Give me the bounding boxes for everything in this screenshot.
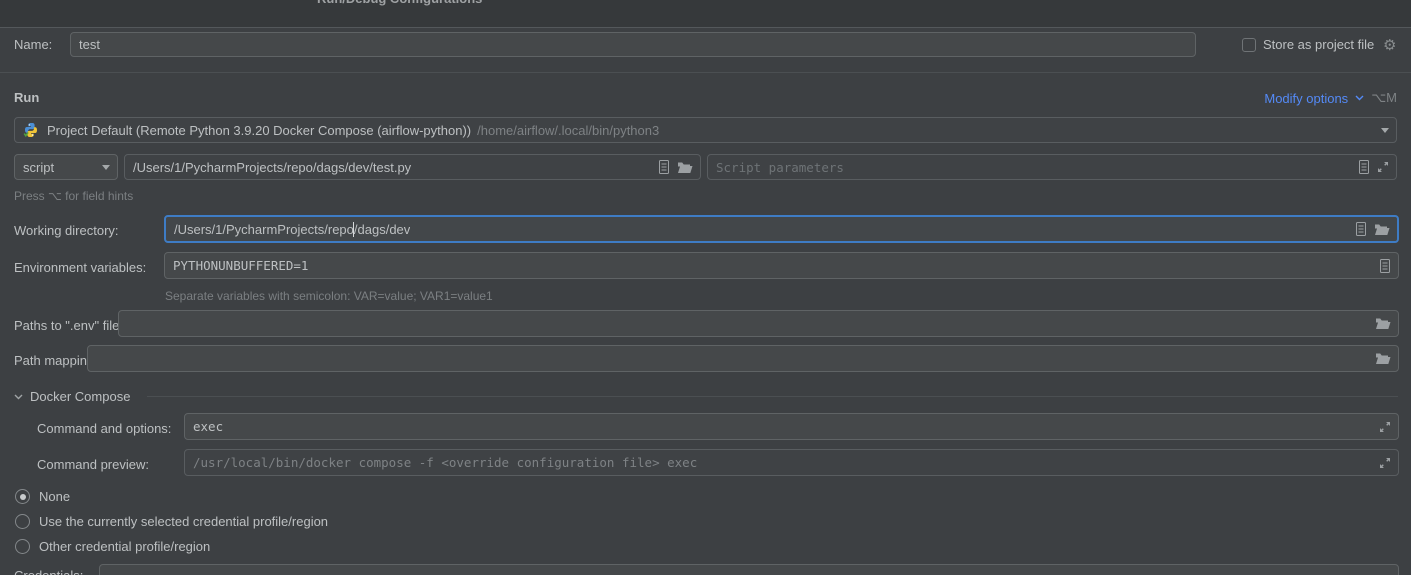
- dropdown-arrow-icon: [102, 165, 110, 170]
- radio-button-icon[interactable]: [15, 489, 30, 504]
- environment-variables-hint: Separate variables with semicolon: VAR=v…: [165, 289, 493, 303]
- script-parameters-input[interactable]: Script parameters: [707, 154, 1397, 180]
- environment-variables-label: Environment variables:: [14, 260, 146, 275]
- script-parameters-placeholder: Script parameters: [708, 160, 852, 175]
- expand-field-icon[interactable]: [1377, 161, 1389, 173]
- expand-field-icon[interactable]: [1379, 457, 1391, 469]
- script-mode-value: script: [15, 160, 62, 175]
- working-directory-label: Working directory:: [14, 223, 119, 238]
- credentials-input[interactable]: [99, 564, 1399, 575]
- docker-compose-header: Docker Compose: [30, 389, 130, 404]
- section-divider: [147, 396, 1398, 397]
- docker-compose-section-toggle[interactable]: Docker Compose: [14, 389, 130, 404]
- radio-other-credential-label: Other credential profile/region: [39, 539, 210, 554]
- interpreter-path: /home/airflow/.local/bin/python3: [471, 123, 667, 138]
- radio-none[interactable]: None: [15, 489, 70, 504]
- radio-button-icon[interactable]: [15, 539, 30, 554]
- modify-options-shortcut: ⌥M: [1371, 90, 1397, 106]
- command-options-label: Command and options:: [37, 421, 171, 436]
- browse-folder-icon[interactable]: [1375, 352, 1391, 365]
- browse-folder-icon[interactable]: [1374, 223, 1390, 236]
- environment-variables-input[interactable]: PYTHONUNBUFFERED=1: [164, 252, 1399, 279]
- path-mappings-input[interactable]: [87, 345, 1399, 372]
- interpreter-name: Project Default (Remote Python 3.9.20 Do…: [39, 123, 471, 138]
- browse-folder-icon[interactable]: [1375, 317, 1391, 330]
- radio-button-icon[interactable]: [15, 514, 30, 529]
- command-options-input[interactable]: exec: [184, 413, 1399, 440]
- python-icon: [23, 122, 39, 138]
- modify-options-label[interactable]: Modify options: [1264, 91, 1348, 106]
- chevron-down-icon: [14, 394, 23, 400]
- name-label: Name:: [14, 37, 52, 52]
- expand-field-icon[interactable]: [1379, 421, 1391, 433]
- radio-current-credential[interactable]: Use the currently selected credential pr…: [15, 514, 328, 529]
- name-input[interactable]: test: [70, 32, 1196, 57]
- insert-macros-icon[interactable]: [1355, 222, 1367, 236]
- credentials-label: Credentials:: [14, 568, 83, 575]
- radio-none-label: None: [39, 489, 70, 504]
- dialog-title: Run/Debug Configurations: [317, 0, 482, 6]
- field-hints-text: Press ⌥ for field hints: [14, 189, 133, 203]
- environment-variables-value: PYTHONUNBUFFERED=1: [165, 258, 316, 273]
- chevron-down-icon: [1355, 95, 1364, 101]
- divider: [0, 72, 1411, 73]
- command-preview-field: /usr/local/bin/docker compose -f <overri…: [184, 449, 1399, 476]
- script-path-input[interactable]: /Users/1/PycharmProjects/repo/dags/dev/t…: [124, 154, 701, 180]
- store-as-project-file-label: Store as project file: [1263, 37, 1374, 52]
- radio-other-credential[interactable]: Other credential profile/region: [15, 539, 210, 554]
- insert-macros-icon[interactable]: [1358, 160, 1370, 174]
- dialog-header-band: [0, 0, 1411, 28]
- radio-current-credential-label: Use the currently selected credential pr…: [39, 514, 328, 529]
- env-files-label: Paths to ".env" files:: [14, 318, 129, 333]
- store-as-project-file-checkbox[interactable]: [1242, 38, 1256, 52]
- gear-icon[interactable]: ⚙: [1383, 38, 1396, 52]
- working-directory-input[interactable]: /Users/1/PycharmProjects/repo/dags/dev: [164, 215, 1399, 243]
- command-preview-label: Command preview:: [37, 457, 149, 472]
- run-debug-configurations-dialog: Run/Debug Configurations Name: test Stor…: [0, 0, 1411, 575]
- env-files-input[interactable]: [118, 310, 1399, 337]
- working-directory-value: /Users/1/PycharmProjects/repo/dags/dev: [166, 222, 410, 237]
- script-path-value: /Users/1/PycharmProjects/repo/dags/dev/t…: [125, 160, 419, 175]
- browse-folder-icon[interactable]: [677, 161, 693, 174]
- run-section-header: Run: [14, 90, 39, 105]
- insert-macros-icon[interactable]: [658, 160, 670, 174]
- name-value: test: [71, 37, 108, 52]
- command-preview-value: /usr/local/bin/docker compose -f <overri…: [185, 455, 705, 470]
- modify-options[interactable]: Modify options ⌥M: [1264, 90, 1397, 106]
- script-mode-select[interactable]: script: [14, 154, 118, 180]
- command-options-value: exec: [185, 419, 231, 434]
- interpreter-select[interactable]: Project Default (Remote Python 3.9.20 Do…: [14, 117, 1397, 143]
- dropdown-arrow-icon[interactable]: [1381, 128, 1389, 133]
- browse-variables-icon[interactable]: [1379, 259, 1391, 273]
